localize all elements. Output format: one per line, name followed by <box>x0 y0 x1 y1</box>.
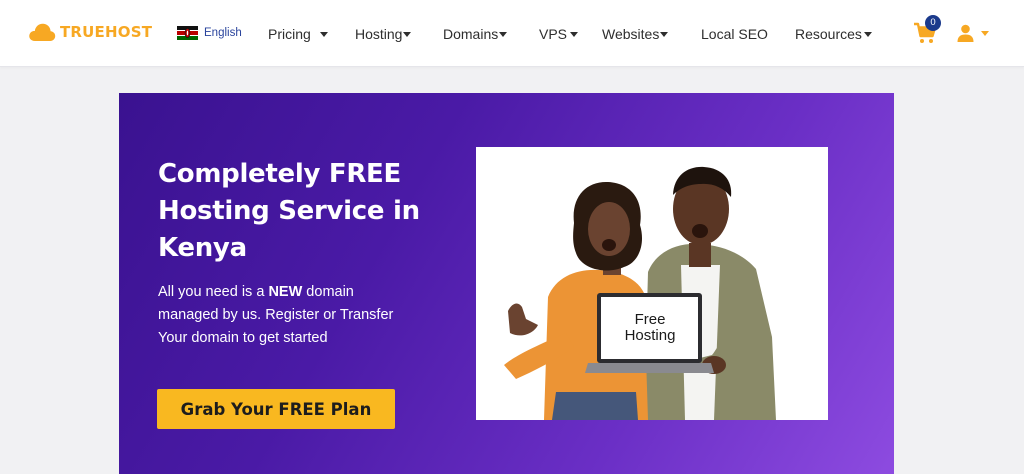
nav-local-seo-label: Local SEO <box>701 26 768 42</box>
truehost-logo[interactable]: TRUEHOST <box>28 22 152 42</box>
hero-banner: Completely FREE Hosting Service in Kenya… <box>119 93 894 474</box>
hero-description: All you need is a NEW domain managed by … <box>158 281 408 350</box>
user-icon <box>957 24 974 42</box>
hero-title: Completely FREE Hosting Service in Kenya <box>158 159 420 263</box>
user-menu[interactable] <box>957 24 989 42</box>
hero-desc-emphasis: NEW <box>268 284 303 300</box>
cart-count-badge: 0 <box>925 15 941 31</box>
chevron-down-icon <box>863 31 872 37</box>
chevron-down-icon <box>981 30 989 36</box>
kenya-flag-icon <box>177 26 198 40</box>
cart-button[interactable]: 0 <box>913 15 941 45</box>
brand-name: TRUEHOST <box>60 23 153 41</box>
language-selector[interactable]: English <box>177 26 242 40</box>
nav-hosting[interactable]: Hosting <box>355 24 412 44</box>
laptop-text-free: Free <box>635 311 666 328</box>
nav-domains-label: Domains <box>443 26 499 42</box>
chevron-down-icon <box>499 31 508 37</box>
nav-websites[interactable]: Websites <box>602 24 669 44</box>
hero-image: Free Hosting <box>476 147 828 420</box>
nav-vps-label: VPS <box>539 26 568 42</box>
grab-free-plan-button[interactable]: Grab Your FREE Plan <box>157 389 395 429</box>
nav-vps[interactable]: VPS <box>539 24 579 44</box>
chevron-down-icon <box>660 31 669 37</box>
nav-websites-label: Websites <box>602 26 660 42</box>
nav-domains[interactable]: Domains <box>443 24 508 44</box>
laptop-text-hosting: Hosting <box>625 327 676 344</box>
chevron-down-icon <box>570 31 579 37</box>
chevron-down-icon <box>403 31 412 37</box>
nav-resources[interactable]: Resources <box>795 24 872 44</box>
site-header: TRUEHOST English Pricing Hosting Domains… <box>0 0 1024 67</box>
nav-pricing[interactable]: Pricing <box>268 24 328 44</box>
hero-desc-text: All you need is a <box>158 284 269 300</box>
nav-local-seo[interactable]: Local SEO <box>701 24 768 44</box>
language-label: English <box>204 27 242 39</box>
people-with-laptop-illustration: Free Hosting <box>504 166 776 420</box>
nav-hosting-label: Hosting <box>355 26 403 42</box>
chevron-down-icon <box>319 31 328 37</box>
nav-resources-label: Resources <box>795 26 862 42</box>
cloud-icon <box>29 23 56 41</box>
nav-pricing-label: Pricing <box>268 26 311 42</box>
